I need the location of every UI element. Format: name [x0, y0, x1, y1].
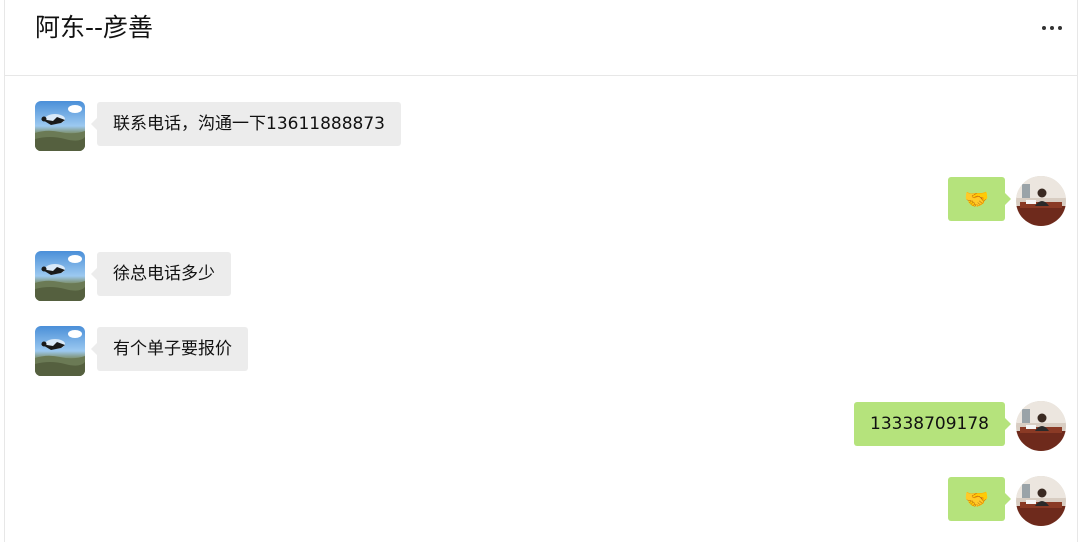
- contact-avatar[interactable]: [35, 101, 85, 151]
- message-incoming: 徐总电话多少: [5, 251, 1077, 301]
- handshake-emoji: 🤝: [964, 487, 989, 511]
- right-divider: [1077, 0, 1078, 542]
- chat-title: 阿东--彦善: [35, 13, 154, 42]
- contact-avatar[interactable]: [35, 251, 85, 301]
- more-options-button[interactable]: [1037, 16, 1067, 40]
- more-dot-icon: [1042, 26, 1046, 30]
- message-bubble[interactable]: 联系电话，沟通一下13611888873: [91, 102, 401, 146]
- message-bubble[interactable]: 13338709178: [854, 402, 1011, 446]
- more-dot-icon: [1058, 26, 1062, 30]
- message-incoming: 有个单子要报价: [5, 326, 1077, 376]
- message-bubble[interactable]: 有个单子要报价: [91, 327, 248, 371]
- message-outgoing: 🤝: [5, 176, 1077, 226]
- self-avatar[interactable]: [1016, 401, 1066, 451]
- message-incoming: 联系电话，沟通一下13611888873: [5, 101, 1077, 151]
- message-bubble[interactable]: 🤝: [948, 177, 1011, 221]
- message-bubble[interactable]: 🤝: [948, 477, 1011, 521]
- chat-header: 阿东--彦善: [5, 0, 1077, 76]
- contact-avatar[interactable]: [35, 326, 85, 376]
- chat-window: 阿东--彦善 联系电话，沟通一下13611888873 🤝 徐总电话多少 有个单…: [0, 0, 1079, 542]
- self-avatar[interactable]: [1016, 176, 1066, 226]
- message-outgoing: 13338709178: [5, 401, 1077, 451]
- self-avatar[interactable]: [1016, 476, 1066, 526]
- message-list[interactable]: 联系电话，沟通一下13611888873 🤝 徐总电话多少 有个单子要报价 13…: [5, 76, 1077, 542]
- message-outgoing: 🤝: [5, 476, 1077, 526]
- message-bubble[interactable]: 徐总电话多少: [91, 252, 231, 296]
- more-dot-icon: [1050, 26, 1054, 30]
- handshake-emoji: 🤝: [964, 187, 989, 211]
